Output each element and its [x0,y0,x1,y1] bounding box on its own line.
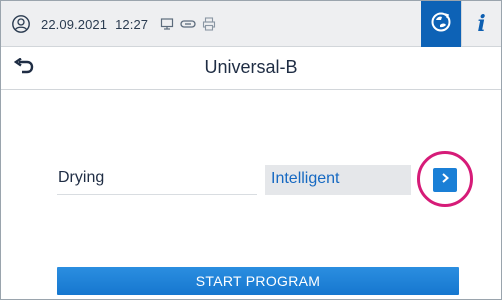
status-tools: i [421,1,501,47]
display-icon [160,18,174,30]
status-time: 12:27 [115,16,149,32]
setting-value[interactable]: Intelligent [265,165,411,195]
title-bar: Universal-B [1,48,501,90]
info-icon: i [477,11,486,37]
device-screen: 22.09.2021 12:27 i Universal-B Drying In… [0,0,502,300]
user-circle-icon[interactable] [11,14,31,34]
setting-label: Drying [57,169,257,195]
refresh-globe-icon [430,11,452,38]
start-program-button[interactable]: START PROGRAM [57,267,459,295]
page-title: Universal-B [204,57,298,77]
status-date: 22.09.2021 [41,16,108,32]
status-bar: 22.09.2021 12:27 i [1,1,501,47]
info-button[interactable]: i [461,1,501,47]
highlight-circle [417,151,473,207]
status-info: 22.09.2021 12:27 [11,13,216,35]
refresh-globe-button[interactable] [421,1,461,47]
link-icon [180,19,196,29]
printer-icon [202,17,216,31]
